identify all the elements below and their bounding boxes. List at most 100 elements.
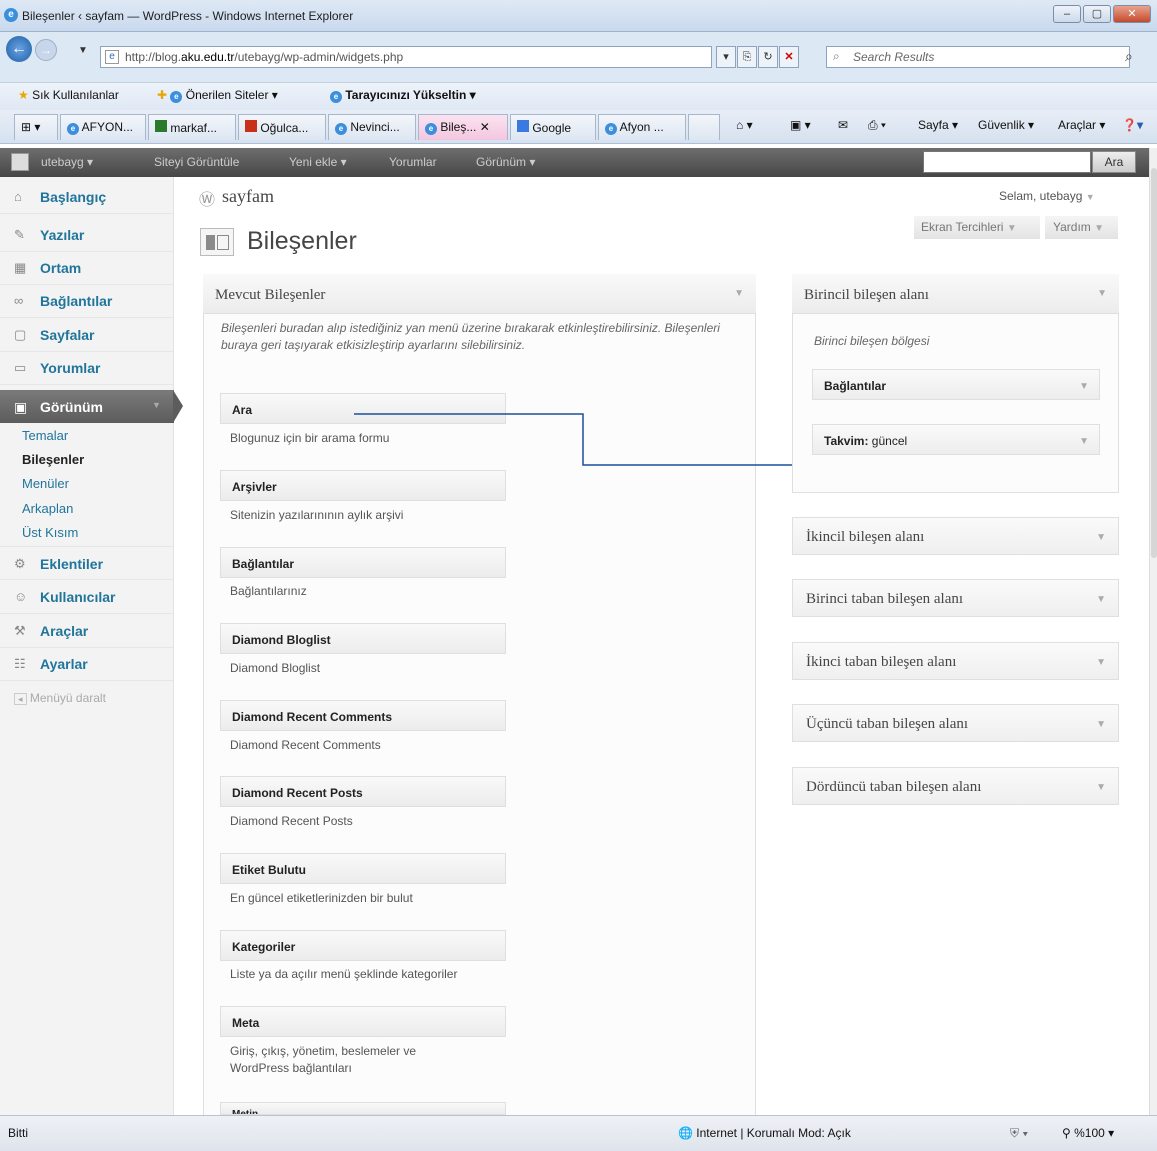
sidebar-item-posts[interactable]: ✎ Yazılar [0, 218, 174, 252]
page-scrollbar[interactable] [1149, 148, 1157, 1115]
fourth-footer-widget-area[interactable]: Dördüncü taban bileşen alanı ▼ [792, 767, 1119, 805]
wp-search-button[interactable]: Ara [1092, 151, 1136, 173]
quick-tabs-button[interactable]: ⊞ ▾ [14, 114, 58, 140]
tab-google[interactable]: Google [510, 114, 596, 140]
help-icon[interactable]: ❓▾ [1122, 118, 1143, 132]
page-menu[interactable]: Sayfa ▾ [918, 118, 958, 132]
sidebar-item-appearance[interactable]: ▣ Görünüm ▼ [0, 390, 183, 423]
protected-mode-icon[interactable]: ⛨ ▾ [1010, 1126, 1028, 1141]
chevron-down-icon: ▼ [1096, 657, 1106, 668]
suggested-sites-item[interactable]: ✚ e Önerilen Siteler ▾ [157, 88, 278, 103]
close-button[interactable]: ✕ [1113, 5, 1151, 23]
maximize-button[interactable]: ▢ [1083, 5, 1111, 23]
safety-menu[interactable]: Güvenlik ▾ [978, 118, 1034, 132]
widget-tag-cloud[interactable]: Etiket Bulutu [220, 853, 506, 884]
widget-archives[interactable]: Arşivler [220, 470, 506, 501]
tab-ogulca[interactable]: Oğulca... [238, 114, 326, 140]
sidebar-item-label: Görünüm [40, 399, 103, 415]
security-zone[interactable]: 🌐 Internet | Korumalı Mod: Açık [678, 1126, 851, 1140]
active-indicator [173, 390, 183, 423]
sidebar-item-comments[interactable]: ▭ Yorumlar [0, 351, 174, 385]
view-site-link[interactable]: Siteyi Görüntüle [154, 155, 239, 169]
scrollbar-thumb[interactable] [1151, 168, 1157, 558]
wp-bar-user[interactable]: utebayg ▾ [41, 155, 93, 169]
placed-widget-calendar[interactable]: Takvim: güncel ▼ [812, 424, 1100, 455]
favorites-label[interactable]: ★ Sık Kullanılanlar [18, 88, 119, 102]
primary-widget-area-header[interactable]: Birincil bileşen alanı ▼ [792, 274, 1119, 314]
secondary-widget-area[interactable]: İkincil bileşen alanı ▼ [792, 517, 1119, 555]
sidebar-item-links[interactable]: ∞ Bağlantılar [0, 284, 174, 318]
ie-icon: e [170, 91, 183, 103]
url-dropdown-icon[interactable]: ▾ [716, 46, 736, 68]
sidebar-item-settings[interactable]: ☷ Ayarlar [0, 647, 174, 681]
second-footer-widget-area[interactable]: İkinci taban bileşen alanı ▼ [792, 642, 1119, 680]
greeting[interactable]: Selam, utebayg ▼ [999, 189, 1095, 203]
address-input[interactable]: e http://blog.aku.edu.tr/utebayg/wp-admi… [100, 46, 712, 68]
widget-diamond-recent-comments[interactable]: Diamond Recent Comments [220, 700, 506, 731]
first-footer-widget-area[interactable]: Birinci taban bileşen alanı ▼ [792, 579, 1119, 617]
chevron-down-icon: ▼ [1096, 532, 1106, 543]
third-footer-widget-area[interactable]: Üçüncü taban bileşen alanı ▼ [792, 704, 1119, 742]
submenu-widgets[interactable]: Bileşenler [22, 452, 84, 467]
widget-categories[interactable]: Kategoriler [220, 930, 506, 961]
comments-link[interactable]: Yorumlar [389, 155, 437, 169]
status-text: Bitti [8, 1126, 29, 1140]
tools-menu[interactable]: Araçlar ▾ [1058, 118, 1105, 132]
compat-view-icon[interactable]: ⎘ [737, 46, 757, 68]
browser-search-input[interactable]: ⌕ Search Results [826, 46, 1130, 68]
appearance-icon: ▣ [14, 399, 28, 415]
submenu-themes[interactable]: Temalar [22, 428, 68, 443]
home-icon[interactable]: ⌂ ▾ [736, 118, 753, 132]
submenu-menus[interactable]: Menüler [22, 476, 69, 491]
mail-icon[interactable]: ✉ [838, 118, 848, 132]
screen-options-button[interactable]: Ekran Tercihleri ▼ [914, 216, 1040, 239]
available-widgets-header[interactable]: Mevcut Bileşenler ▼ [203, 274, 756, 314]
tab-bilesenler[interactable]: e Bileş... ✕ [418, 114, 508, 140]
sidebar-item-plugins[interactable]: ⚙ Eklentiler [0, 546, 174, 580]
widget-diamond-bloglist[interactable]: Diamond Bloglist [220, 623, 506, 654]
collapse-menu-button[interactable]: ◂ Menüyü daralt [14, 691, 106, 705]
globe-icon: 🌐 [678, 1126, 693, 1140]
new-tab-button[interactable] [688, 114, 720, 140]
widget-diamond-recent-posts[interactable]: Diamond Recent Posts [220, 776, 506, 807]
add-new-menu[interactable]: Yeni ekle ▾ [289, 155, 347, 169]
help-button[interactable]: Yardım ▼ [1045, 216, 1118, 239]
stop-icon[interactable]: ✕ [779, 46, 799, 68]
widget-diamond-bloglist-desc: Diamond Bloglist [230, 661, 321, 675]
placed-widget-links[interactable]: Bağlantılar ▼ [812, 369, 1100, 400]
submenu-background[interactable]: Arkaplan [22, 501, 73, 516]
tab-markaf[interactable]: markaf... [148, 114, 236, 140]
appearance-menu[interactable]: Görünüm ▾ [476, 155, 535, 169]
greeting-text: Selam, utebayg [999, 189, 1083, 203]
widget-meta[interactable]: Meta [220, 1006, 506, 1037]
tab-afyon-2[interactable]: e Afyon ... [598, 114, 686, 140]
zoom-control[interactable]: ⚲ %100 ▾ [1062, 1126, 1114, 1140]
widget-text[interactable]: Metin [220, 1102, 506, 1115]
sidebar-item-pages[interactable]: ▢ Sayfalar [0, 318, 174, 352]
wp-search-input[interactable] [923, 151, 1091, 173]
tab-afyon[interactable]: e AFYON... [60, 114, 146, 140]
refresh-icon[interactable]: ↻ [758, 46, 778, 68]
history-dropdown-icon[interactable]: ▼ [78, 45, 88, 56]
submenu-header[interactable]: Üst Kısım [22, 525, 78, 540]
sidebar-item-users[interactable]: ☺ Kullanıcılar [0, 580, 174, 614]
tab-icon: e [335, 123, 347, 135]
back-button[interactable]: ← [6, 36, 32, 62]
upgrade-browser-item[interactable]: e Tarayıcınızı Yükseltin ▾ [330, 88, 476, 103]
print-icon[interactable]: ⎙ ▾ [868, 118, 886, 133]
sidebar-item-tools[interactable]: ⚒ Araçlar [0, 614, 174, 648]
collapse-menu-label: Menüyü daralt [29, 691, 106, 705]
site-name[interactable]: sayfam [222, 186, 274, 207]
widget-links[interactable]: Bağlantılar [220, 547, 506, 578]
feeds-icon[interactable]: ▣ ▾ [790, 118, 811, 132]
tab-nevinci[interactable]: e Nevinci... [328, 114, 416, 140]
chevron-down-icon: ▼ [1085, 192, 1095, 202]
collapse-arrow-icon[interactable]: ▼ [152, 400, 161, 410]
forward-button[interactable]: → [35, 39, 57, 61]
chevron-down-icon: ▼ [1097, 288, 1107, 299]
sidebar-item-media[interactable]: ▦ Ortam [0, 251, 174, 285]
minimize-button[interactable]: – [1053, 5, 1081, 23]
search-go-icon[interactable]: ⌕ [1125, 48, 1133, 65]
sidebar-item-dashboard[interactable]: ⌂ Başlangıç [0, 180, 174, 214]
avatar[interactable] [11, 153, 29, 171]
